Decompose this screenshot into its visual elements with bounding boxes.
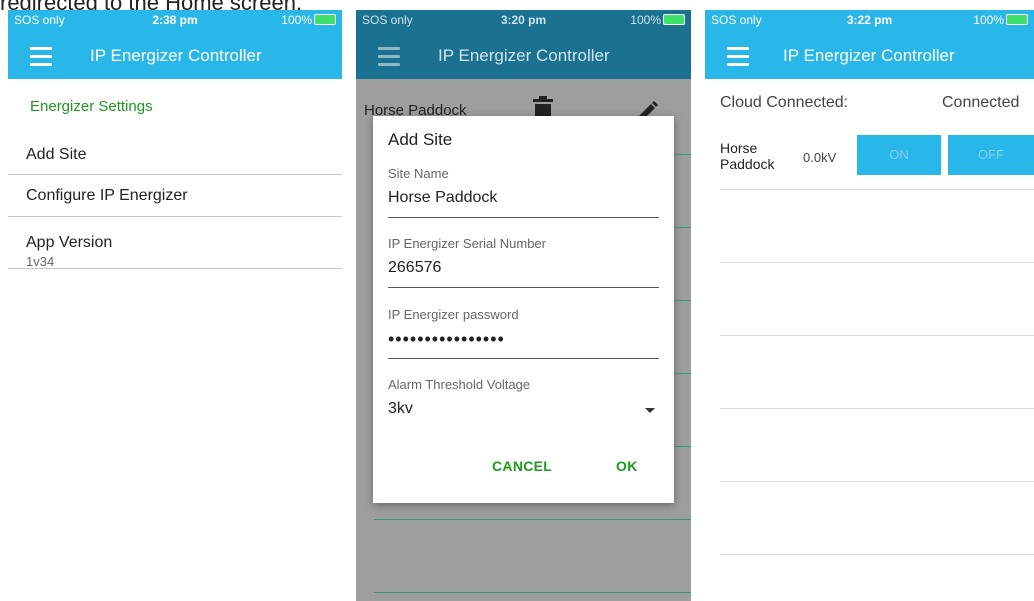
- app-title: IP Energizer Controller: [438, 46, 610, 65]
- field-label: Site Name: [388, 166, 449, 181]
- menu-item-label: Add Site: [26, 146, 87, 163]
- battery-text: 100%: [281, 13, 312, 27]
- site-name-input[interactable]: Horse Paddock: [388, 189, 659, 209]
- password-field[interactable]: IP Energizer password ••••••••••••••••: [388, 307, 659, 359]
- site-name-field[interactable]: Site Name Horse Paddock: [388, 166, 659, 218]
- voltage-readout: 0.0kV: [803, 150, 837, 165]
- battery-indicator: 100%: [630, 13, 685, 27]
- alarm-threshold-value[interactable]: 3kv: [388, 400, 659, 420]
- field-label: Alarm Threshold Voltage: [388, 377, 531, 392]
- add-site-dialog: Add Site Site Name Horse Paddock IP Ener…: [373, 116, 674, 503]
- dialog-title: Add Site: [388, 130, 453, 149]
- serial-number-input[interactable]: 266576: [388, 259, 659, 279]
- site-name: Horse Paddock: [720, 140, 774, 172]
- divider: [720, 189, 1034, 190]
- app-title: IP Energizer Controller: [90, 46, 262, 65]
- cloud-status: Connected: [942, 94, 1020, 111]
- field-label: IP Energizer password: [388, 307, 519, 322]
- menu-item-label: App Version: [26, 234, 113, 251]
- battery-indicator: 100%: [973, 13, 1028, 27]
- menu-icon[interactable]: [378, 47, 400, 71]
- site-name-line: Horse: [720, 140, 758, 156]
- divider: [720, 481, 1034, 482]
- field-underline: [388, 358, 659, 359]
- field-underline: [388, 217, 659, 218]
- dropdown-arrow-icon[interactable]: [645, 408, 655, 413]
- divider: [374, 519, 691, 520]
- battery-icon: [314, 14, 336, 25]
- off-button[interactable]: OFF: [948, 135, 1034, 175]
- divider: [720, 554, 1034, 555]
- password-input[interactable]: ••••••••••••••••: [388, 330, 659, 350]
- alarm-threshold-select[interactable]: Alarm Threshold Voltage 3kv: [388, 377, 659, 420]
- menu-item-configure[interactable]: Configure IP Energizer: [8, 187, 342, 217]
- status-bar: SOS only 3:20 pm 100%: [356, 10, 691, 30]
- app-bar: SOS only 2:38 pm 100% IP Energizer Contr…: [8, 10, 342, 79]
- status-bar: SOS only 2:38 pm 100%: [8, 10, 342, 30]
- battery-text: 100%: [973, 13, 1004, 27]
- cloud-label: Cloud Connected:: [720, 94, 849, 111]
- app-version-value: 1v34: [26, 254, 55, 269]
- app-bar: SOS only 3:22 pm 100% IP Energizer Contr…: [705, 10, 1034, 79]
- cancel-button[interactable]: CANCEL: [492, 458, 552, 474]
- divider: [8, 216, 342, 217]
- divider: [720, 408, 1034, 409]
- serial-number-field[interactable]: IP Energizer Serial Number 266576: [388, 236, 659, 288]
- battery-icon: [663, 14, 685, 25]
- field-underline: [388, 287, 659, 288]
- menu-icon[interactable]: [30, 47, 52, 71]
- settings-screen: SOS only 2:38 pm 100% IP Energizer Contr…: [8, 10, 342, 601]
- divider: [720, 262, 1034, 263]
- menu-item-add-site[interactable]: Add Site: [8, 146, 342, 176]
- divider: [8, 268, 342, 269]
- status-bar: SOS only 3:22 pm 100%: [705, 10, 1034, 30]
- battery-indicator: 100%: [281, 13, 336, 27]
- battery-icon: [1006, 14, 1028, 25]
- add-site-screen: SOS only 3:20 pm 100% IP Energizer Contr…: [356, 10, 691, 601]
- menu-item-app-version[interactable]: App Version: [8, 234, 342, 264]
- battery-text: 100%: [630, 13, 661, 27]
- section-header: Energizer Settings: [30, 98, 153, 115]
- menu-icon[interactable]: [727, 47, 749, 71]
- on-button[interactable]: ON: [857, 135, 941, 175]
- field-label: IP Energizer Serial Number: [388, 236, 546, 251]
- divider: [720, 335, 1034, 336]
- divider: [374, 592, 691, 593]
- app-bar: SOS only 3:20 pm 100% IP Energizer Contr…: [356, 10, 691, 79]
- menu-item-label: Configure IP Energizer: [26, 187, 188, 204]
- ok-button[interactable]: OK: [616, 458, 638, 474]
- app-title: IP Energizer Controller: [783, 46, 955, 65]
- home-screen: SOS only 3:22 pm 100% IP Energizer Contr…: [705, 10, 1034, 601]
- divider: [8, 174, 342, 175]
- site-name-line: Paddock: [720, 156, 775, 172]
